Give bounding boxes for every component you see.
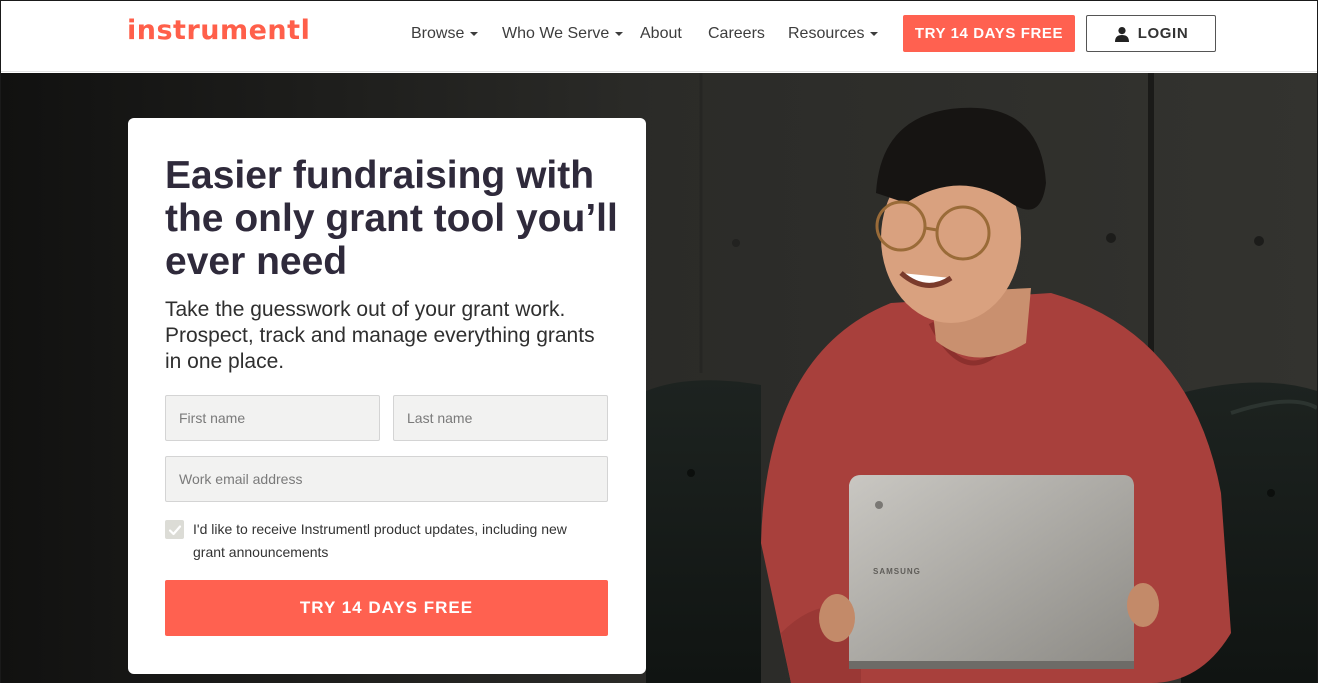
user-icon <box>1114 26 1129 42</box>
last-name-input[interactable] <box>393 395 608 441</box>
nav-who-we-serve-label: Who We Serve <box>502 25 610 42</box>
first-name-input[interactable] <box>165 395 380 441</box>
nav-about[interactable]: About <box>640 25 682 43</box>
signup-card: Easier fundraising with the only grant t… <box>128 118 646 674</box>
nav-browse[interactable]: Browse <box>411 25 479 43</box>
nav-who-we-serve[interactable]: Who We Serve <box>502 25 624 43</box>
nav-careers-label: Careers <box>708 25 765 42</box>
nav-resources-label: Resources <box>788 25 865 42</box>
hero-section: SAMSUNG Easier fundraising with the only… <box>1 73 1317 683</box>
consent-checkbox[interactable] <box>165 520 184 539</box>
chevron-down-icon <box>470 31 479 36</box>
try-free-header-button[interactable]: TRY 14 DAYS FREE <box>903 15 1075 52</box>
page-title: Easier fundraising with the only grant t… <box>165 154 618 283</box>
chevron-down-icon <box>870 31 879 36</box>
site-header: instrumentl Browse Who We Serve About Ca… <box>1 1 1317 72</box>
instrumentl-logo[interactable]: instrumentl <box>127 15 310 46</box>
work-email-input[interactable] <box>165 456 608 502</box>
consent-label: I'd like to receive Instrumentl product … <box>193 521 567 560</box>
nav-browse-label: Browse <box>411 25 465 42</box>
nav-resources[interactable]: Resources <box>788 25 879 43</box>
chevron-down-icon <box>615 31 624 36</box>
laptop-brand-label: SAMSUNG <box>873 567 921 576</box>
login-button[interactable]: LOGIN <box>1086 15 1216 52</box>
hero-subtitle: Take the guesswork out of your grant wor… <box>165 298 595 373</box>
try-free-submit-button[interactable]: TRY 14 DAYS FREE <box>165 580 608 636</box>
nav-about-label: About <box>640 25 682 42</box>
login-label: LOGIN <box>1137 25 1189 42</box>
checkmark-icon <box>168 524 181 535</box>
nav-careers[interactable]: Careers <box>708 25 765 43</box>
